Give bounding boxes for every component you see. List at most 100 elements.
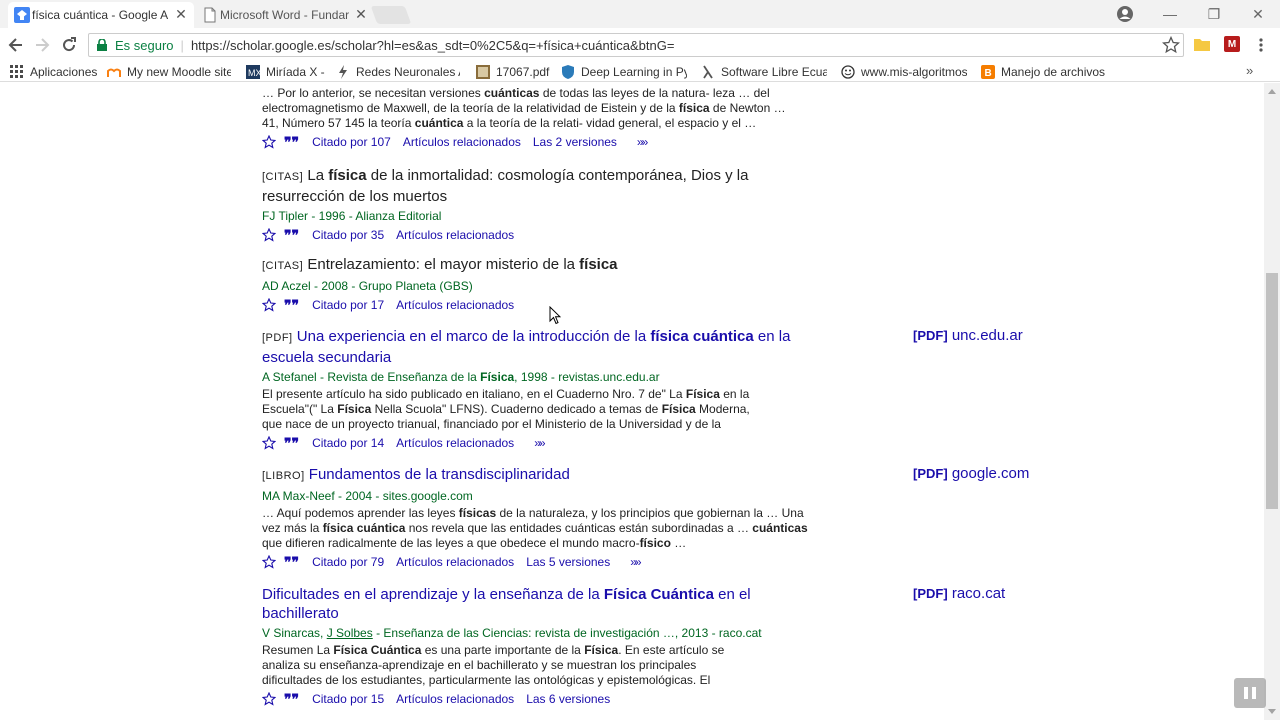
related-articles-link[interactable]: Artículos relacionados (403, 134, 521, 150)
miriadax-icon: MX (246, 65, 260, 79)
close-window-button[interactable]: ✕ (1236, 0, 1280, 28)
result-authors: V Sinarcas, J Solbes - Enseñanza de las … (262, 626, 762, 640)
bookmark-item[interactable]: My new Moodle site (107, 64, 231, 80)
cited-by-link[interactable]: Citado por 107 (312, 134, 391, 150)
result-title[interactable]: [PDF] Una experiencia en el marco de la … (262, 327, 822, 367)
url-text[interactable]: https://scholar.google.es/scholar?hl=es&… (191, 38, 674, 53)
more-options-icon[interactable]: »» (534, 435, 545, 451)
pause-bar (1244, 687, 1248, 699)
cite-quote-icon[interactable]: ❞❞ (284, 297, 299, 313)
versions-link[interactable]: Las 6 versiones (526, 691, 610, 707)
scroll-down-arrow-icon[interactable] (1268, 709, 1276, 714)
cite-quote-icon[interactable]: ❞❞ (284, 227, 299, 243)
snippet-line: Resumen La Física Cuántica es una parte … (262, 643, 725, 657)
save-star-icon[interactable] (262, 692, 276, 706)
scrollbar-thumb[interactable] (1266, 273, 1278, 509)
pdf-tag: [PDF] (913, 466, 948, 481)
tab-scholar[interactable]: física cuántica - Google A ✕ (8, 2, 194, 28)
bookmark-item[interactable]: MX Miríada X - (246, 64, 326, 80)
bookmark-item[interactable]: Redes Neuronales Ar (336, 64, 460, 80)
fulltext-link[interactable]: [PDF] raco.cat (913, 585, 1005, 602)
cite-quote-icon[interactable]: ❞❞ (284, 435, 299, 451)
result-title[interactable]: Dificultades en el aprendizaje y la ense… (262, 585, 822, 623)
save-star-icon[interactable] (262, 135, 276, 149)
new-tab-button[interactable] (370, 6, 412, 24)
fulltext-domain[interactable]: google.com (952, 465, 1030, 482)
result-authors: FJ Tipler - 1996 - Alianza Editorial (262, 209, 442, 223)
fulltext-link[interactable]: [PDF] google.com (913, 465, 1029, 482)
extension-icon[interactable]: M (1224, 36, 1240, 52)
save-star-icon[interactable] (262, 436, 276, 450)
title-text[interactable]: Dificultades en el aprendizaje y la ense… (262, 586, 751, 603)
tab-strip: física cuántica - Google A ✕ Microsoft W… (0, 0, 1280, 28)
more-options-icon[interactable]: »» (630, 554, 641, 570)
fulltext-domain[interactable]: raco.cat (952, 585, 1005, 602)
scroll-up-arrow-icon[interactable] (1268, 89, 1276, 94)
chevron-right-double-icon[interactable]: » (1246, 63, 1253, 78)
kebab-menu-icon[interactable] (1254, 37, 1268, 53)
versions-link[interactable]: Las 5 versiones (526, 554, 610, 570)
profile-icon[interactable] (1116, 5, 1134, 23)
bookmark-item[interactable]: www.mis-algoritmos. (841, 64, 967, 80)
cite-quote-icon[interactable]: ❞❞ (284, 554, 299, 570)
related-articles-link[interactable]: Artículos relacionados (396, 297, 514, 313)
cited-by-link[interactable]: Citado por 14 (312, 435, 384, 451)
related-articles-link[interactable]: Artículos relacionados (396, 691, 514, 707)
close-icon[interactable]: ✕ (354, 7, 368, 21)
result-links: ❞❞ Citado por 17 Artículos relacionados (262, 297, 822, 313)
cited-by-link[interactable]: Citado por 15 (312, 691, 384, 707)
title-text-line2[interactable]: escuela secundaria (262, 349, 391, 366)
forward-arrow-icon[interactable] (32, 35, 52, 55)
bookmark-item[interactable]: B Manejo de archivos (981, 64, 1107, 80)
close-icon[interactable]: ✕ (174, 7, 188, 21)
tab-word-doc[interactable]: Microsoft Word - Fundar ✕ (196, 2, 374, 28)
result-type-badge: [CITAS] (262, 171, 304, 183)
related-articles-link[interactable]: Artículos relacionados (396, 227, 514, 243)
scholar-results: … Por lo anterior, se necesitan versione… (0, 83, 1264, 720)
result-item: [CITAS] Entrelazamiento: el mayor mister… (262, 255, 822, 313)
more-options-icon[interactable]: »» (637, 134, 648, 150)
snippet-line: Escuela"(" La Física Nella Scuola" LFNS)… (262, 402, 750, 416)
result-links: ❞❞ Citado por 15 Artículos relacionados … (262, 691, 822, 707)
divider: | (180, 37, 184, 53)
bookmark-item[interactable]: Software Libre Ecuad (701, 64, 827, 80)
address-bar[interactable]: Es seguro | https://scholar.google.es/sc… (88, 33, 1184, 57)
cite-quote-icon[interactable]: ❞❞ (284, 691, 299, 707)
save-star-icon[interactable] (262, 298, 276, 312)
fulltext-domain[interactable]: unc.edu.ar (952, 327, 1023, 344)
result-links: ❞❞ Citado por 79 Artículos relacionados … (262, 554, 822, 570)
cited-by-link[interactable]: Citado por 79 (312, 554, 384, 570)
reload-icon[interactable] (59, 35, 79, 55)
pdf-tag: [PDF] (913, 328, 948, 343)
bookmark-label: Software Libre Ecuad (721, 65, 827, 79)
title-text[interactable]: Una experiencia en el marco de la introd… (297, 328, 791, 345)
snippet-line: … Por lo anterior, se necesitan versione… (262, 86, 770, 100)
svg-text:MX: MX (248, 68, 260, 78)
title-text-line2[interactable]: bachillerato (262, 605, 339, 622)
cited-by-link[interactable]: Citado por 35 (312, 227, 384, 243)
pause-button[interactable] (1234, 678, 1266, 708)
versions-link[interactable]: Las 2 versiones (533, 134, 617, 150)
bookmark-item[interactable]: Deep Learning in Pyt (561, 64, 687, 80)
minimize-button[interactable]: — (1148, 0, 1192, 28)
related-articles-link[interactable]: Artículos relacionados (396, 554, 514, 570)
fulltext-link[interactable]: [PDF] unc.edu.ar (913, 327, 1023, 344)
vertical-scrollbar[interactable] (1264, 83, 1280, 720)
related-articles-link[interactable]: Artículos relacionados (396, 435, 514, 451)
bookmark-item[interactable]: 17067.pdf (476, 64, 552, 80)
save-star-icon[interactable] (262, 555, 276, 569)
restore-button[interactable]: ❐ (1192, 0, 1236, 28)
result-title[interactable]: [LIBRO] Fundamentos de la transdisciplin… (262, 465, 822, 486)
bookmark-item[interactable]: Aplicaciones (10, 64, 100, 80)
result-links: ❞❞ Citado por 14 Artículos relacionados … (262, 435, 822, 451)
cited-by-link[interactable]: Citado por 17 (312, 297, 384, 313)
back-arrow-icon[interactable] (6, 35, 26, 55)
bookmark-label: Deep Learning in Pyt (581, 65, 687, 79)
bookmark-star-icon[interactable] (1162, 36, 1180, 54)
result-item: [CITAS] La física de la inmortalidad: co… (262, 166, 822, 243)
cite-quote-icon[interactable]: ❞❞ (284, 134, 299, 150)
title-text[interactable]: Fundamentos de la transdisciplinaridad (309, 466, 570, 483)
folder-icon[interactable] (1194, 37, 1210, 51)
save-star-icon[interactable] (262, 228, 276, 242)
bookmark-label: Aplicaciones (30, 65, 98, 79)
